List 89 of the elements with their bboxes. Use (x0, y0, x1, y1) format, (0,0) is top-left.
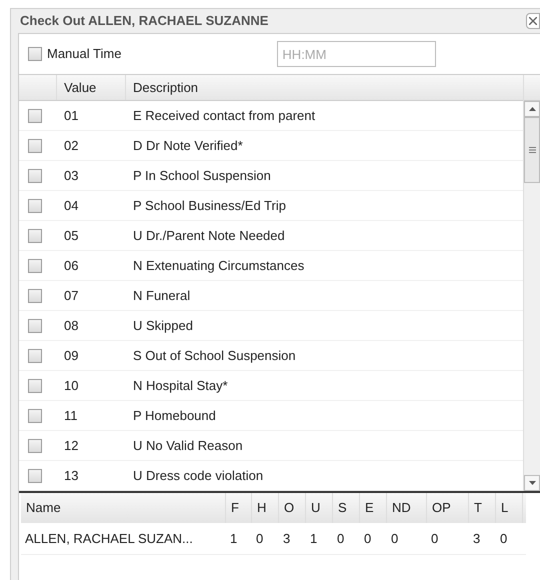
checkbox[interactable] (28, 378, 42, 392)
window-title: Check Out ALLEN, RACHAEL SUZANNE (20, 12, 268, 30)
table-row[interactable]: 05 U Dr./Parent Note Needed (19, 221, 523, 251)
table-cell-text: E Received contact from parent (132, 106, 316, 125)
table-cell-text: 0 (336, 530, 346, 548)
scrollbar[interactable] (524, 101, 540, 491)
table-cell-text: N Funeral (132, 286, 190, 305)
table-cell-text: N Extenuating Circumstances (132, 256, 304, 275)
checkbox[interactable] (28, 168, 42, 182)
column-header[interactable]: E (360, 493, 387, 523)
table-cell-text: U Dr./Parent Note Needed (132, 226, 285, 245)
table-row[interactable]: 07 N Funeral (19, 281, 523, 311)
table-cell-text: 05 (63, 226, 80, 245)
table-cell-text: N Hospital Stay* (132, 376, 228, 395)
table-cell-text: 3 (282, 530, 292, 548)
column-header[interactable]: ND (387, 493, 427, 523)
scroll-thumb[interactable] (524, 117, 540, 183)
column-header[interactable]: F (226, 493, 252, 523)
table-row[interactable]: 02 D Dr Note Verified* (19, 131, 523, 161)
column-header[interactable]: H (252, 493, 279, 523)
column-header[interactable]: U (306, 493, 333, 523)
column-header[interactable]: Value (57, 75, 126, 100)
table-cell-text: 0 (430, 530, 440, 548)
table-cell-text: U No Valid Reason (132, 436, 243, 455)
table-cell-text: 11 (63, 406, 78, 425)
column-header[interactable]: T (469, 493, 496, 523)
table-cell-text: 02 (63, 136, 80, 155)
up-arrow-icon (528, 107, 536, 111)
table-row[interactable]: 11 P Homebound (19, 401, 523, 431)
table-row[interactable]: 04 P School Business/Ed Trip (19, 191, 523, 221)
close-icon (529, 17, 537, 25)
scroll-up-button[interactable] (524, 101, 540, 117)
grip-icon (528, 147, 536, 153)
table-row[interactable]: 13 U Dress code violation (19, 461, 523, 491)
table-row[interactable]: 12 U No Valid Reason (19, 431, 523, 461)
table-row[interactable]: 09 S Out of School Suspension (19, 341, 523, 371)
checkbox[interactable] (28, 468, 42, 482)
table-cell-text: 09 (63, 346, 80, 365)
table-cell-text: 0 (390, 530, 400, 548)
table-cell-text: U Skipped (132, 316, 193, 335)
column-header[interactable]: Description (126, 75, 523, 100)
table-row[interactable]: 10 N Hospital Stay* (19, 371, 523, 401)
table-cell-text: P In School Suspension (132, 166, 271, 185)
table-cell-text: 0 (363, 530, 372, 548)
table-cell-text: 13 (63, 466, 80, 485)
table-row[interactable]: 01 E Received contact from parent (19, 101, 523, 131)
table-cell-text: 3 (472, 530, 482, 548)
table-cell-text: 08 (63, 316, 80, 335)
table-cell-text: 1 (229, 530, 238, 548)
column-header[interactable]: O (279, 493, 306, 523)
checkbox[interactable] (28, 408, 42, 422)
checkbox[interactable] (28, 198, 42, 212)
checkbox[interactable] (28, 47, 42, 61)
checkbox[interactable] (28, 348, 42, 362)
table-cell-text: 03 (63, 166, 80, 185)
table-cell-text: 0 (255, 530, 264, 548)
column-header[interactable]: L (496, 493, 523, 523)
table-cell-text: 1 (309, 530, 318, 548)
table-row[interactable]: 06 N Extenuating Circumstances (19, 251, 523, 281)
table-cell-text: P Homebound (132, 406, 216, 425)
table-cell-text: D Dr Note Verified* (132, 136, 243, 155)
checkbox[interactable] (28, 288, 42, 302)
table-cell-text: 01 (63, 106, 80, 125)
table-cell-text: U Dress code violation (132, 466, 264, 485)
table-cell-text: P School Business/Ed Trip (132, 196, 286, 215)
table-cell-text: 07 (63, 286, 80, 305)
down-arrow-icon (528, 481, 536, 485)
column-header[interactable]: OP (427, 493, 469, 523)
column-header[interactable]: S (333, 493, 360, 523)
table-cell-text: 12 (63, 436, 80, 455)
time-field[interactable]: HH:MM (277, 41, 436, 67)
table-cell-text: 10 (63, 376, 80, 395)
table-cell-text: ALLEN, RACHAEL SUZAN... (24, 530, 194, 548)
checkbox[interactable] (28, 108, 42, 122)
table-cell-text: 0 (499, 530, 508, 548)
column-header[interactable]: Name (21, 493, 226, 523)
table-cell-text: S Out of School Suspension (132, 346, 296, 365)
checkbox[interactable] (28, 438, 42, 452)
table-cell-text: 04 (63, 196, 80, 215)
table-cell-text: 06 (63, 256, 80, 275)
table-row[interactable]: 08 U Skipped (19, 311, 523, 341)
checkbox[interactable] (28, 138, 42, 152)
table-row[interactable]: 03 P In School Suspension (19, 161, 523, 191)
checkbox[interactable] (28, 318, 42, 332)
scroll-down-button[interactable] (524, 475, 540, 491)
manual-time-label: Manual Time (47, 45, 122, 64)
checkbox[interactable] (28, 258, 42, 272)
checkbox[interactable] (28, 228, 42, 242)
close-button[interactable] (526, 13, 540, 29)
